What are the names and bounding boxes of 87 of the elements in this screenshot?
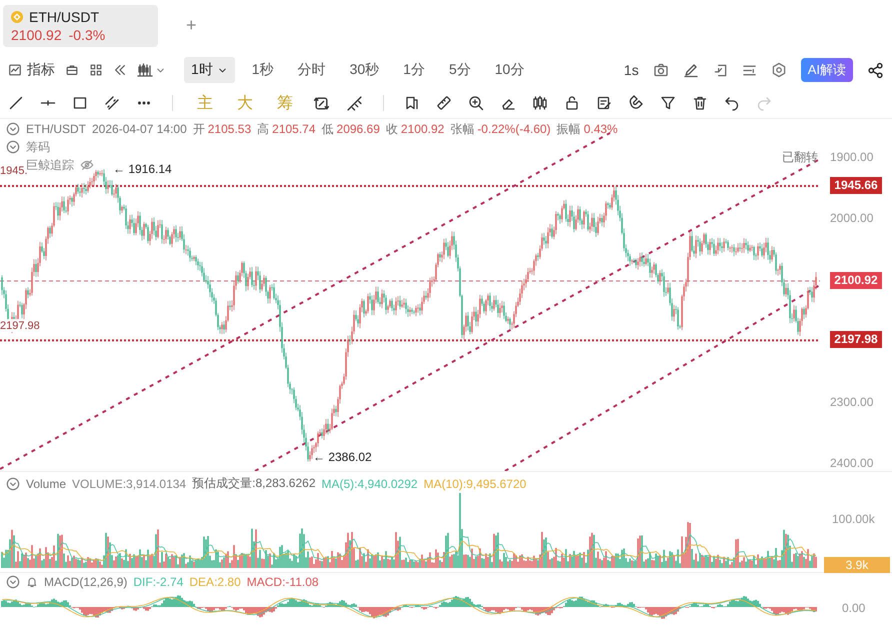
ai-interpret-button[interactable]: AI解读	[800, 58, 853, 82]
collapse-icon[interactable]	[6, 122, 20, 136]
share-icon[interactable]	[867, 62, 884, 78]
trend-line-icon[interactable]	[8, 95, 24, 111]
axis-tick: 100.00k	[832, 512, 875, 526]
ohlc-value: 2105.74	[272, 122, 316, 136]
interval-tab[interactable]: 1分	[396, 57, 432, 83]
bookmark-icon[interactable]	[404, 95, 420, 111]
grid-icon[interactable]	[89, 63, 103, 77]
ohlc-value: 0.43%	[584, 122, 618, 136]
datetime-text: 2026-04-07 14:00	[92, 122, 187, 136]
axis-tick: 0.00	[842, 601, 866, 615]
collapse-icon[interactable]	[6, 476, 20, 490]
collapse-icon[interactable]	[6, 140, 20, 154]
ohlc-label: 张幅	[450, 120, 474, 138]
candlestick-icon[interactable]	[137, 62, 153, 78]
pencil-icon[interactable]	[682, 62, 699, 78]
rotate-icon[interactable]	[313, 94, 330, 112]
bell-icon	[26, 576, 38, 588]
price-level-label: 1945.	[0, 165, 28, 177]
interval-tab[interactable]: 30秒	[342, 57, 386, 83]
realtime-button[interactable]: 1s	[624, 59, 639, 81]
overlay-label[interactable]: 筹码	[26, 138, 50, 156]
briefcase-icon[interactable]	[65, 63, 79, 77]
axis-tick: 1900.00	[830, 150, 874, 164]
legend-text: MACD:-11.08	[246, 575, 319, 589]
price-tag: 2100.92	[830, 272, 882, 289]
interval-tab[interactable]: 1时	[184, 57, 235, 83]
ohlc-value: 2096.69	[336, 122, 380, 136]
axis-tick: 2300.00	[830, 394, 874, 409]
ohlc-label: 高	[257, 120, 270, 138]
price-level-label: 2197.98	[0, 320, 40, 332]
trash-icon[interactable]	[692, 95, 708, 111]
symbol-label: ETH/USDT	[26, 122, 86, 136]
unlock-icon[interactable]	[564, 95, 580, 111]
axis-tick: 2400.00	[830, 456, 874, 470]
ohlc-label: 开	[192, 120, 205, 138]
magnet-icon[interactable]	[628, 95, 644, 111]
ruler-icon[interactable]	[436, 95, 452, 111]
legend-text: VOLUME:3,914.0134	[72, 476, 186, 490]
filter-icon[interactable]	[660, 95, 676, 111]
rectangle-icon[interactable]	[72, 95, 88, 111]
measure-icon[interactable]	[346, 94, 363, 112]
rewind-icon[interactable]	[113, 63, 127, 77]
legend-text: MACD(12,26,9)	[44, 575, 128, 589]
axis-tick: 2000.00	[830, 211, 874, 226]
volume-tag: 3.9k	[824, 557, 890, 573]
ohlc-label: 收	[386, 120, 398, 138]
legend-text: Volume	[26, 476, 66, 490]
legend-text: 预估成交量:8,283.6262	[192, 475, 316, 492]
interval-tab[interactable]: 5分	[442, 57, 478, 83]
ohlc-label: 振幅	[556, 120, 581, 138]
symbol-tab[interactable]: ETH/USDT 2100.92 -0.3%	[3, 4, 158, 46]
camera-icon[interactable]	[652, 62, 669, 78]
indicator-button[interactable]: 指标	[8, 58, 55, 82]
price-tag: 1945.66	[830, 176, 882, 194]
add-tab-button[interactable]: +	[184, 15, 199, 36]
ohlc-value: 2100.92	[400, 122, 444, 136]
symbol-label: ETH/USDT	[29, 8, 99, 24]
legend-text: DIF:-2.74	[133, 575, 184, 589]
candles-icon[interactable]	[532, 95, 548, 111]
interval-tab[interactable]: 分时	[290, 57, 333, 83]
low-price-label: ← 2386.02	[313, 450, 372, 464]
ohlc-value: -0.22%(-4.60)	[477, 122, 551, 136]
ohlc-label: 低	[322, 120, 334, 138]
change-text: -0.3%	[68, 26, 106, 42]
price-tag: 2197.98	[830, 331, 882, 348]
corner-arrow-icon[interactable]	[712, 62, 728, 78]
parallel-lines-icon[interactable]	[104, 95, 120, 111]
ohlc-value: 2105.53	[208, 122, 252, 136]
zoom-in-icon[interactable]	[468, 95, 484, 111]
interval-tab[interactable]: 10分	[488, 57, 532, 83]
collapse-icon[interactable]	[6, 575, 20, 589]
list-icon[interactable]	[742, 62, 757, 78]
coin-icon	[11, 10, 23, 22]
flipped-label: 已翻转	[782, 149, 818, 166]
legend-text: MA(5):4,940.0292	[322, 476, 418, 490]
eye-slash-icon[interactable]	[80, 158, 94, 172]
legend-text: MA(10):9,495.6720	[424, 476, 526, 490]
legend-text: DEA:2.80	[189, 575, 241, 589]
interval-tab[interactable]: 1秒	[244, 57, 281, 83]
price-text: 2100.92	[11, 26, 62, 42]
note-edit-icon[interactable]	[596, 95, 612, 111]
settings-icon[interactable]	[770, 62, 787, 78]
undo-icon[interactable]	[724, 95, 740, 111]
high-price-label: ← 1916.14	[113, 162, 172, 176]
overlay-label[interactable]: 巨鲸追踪	[26, 156, 74, 174]
